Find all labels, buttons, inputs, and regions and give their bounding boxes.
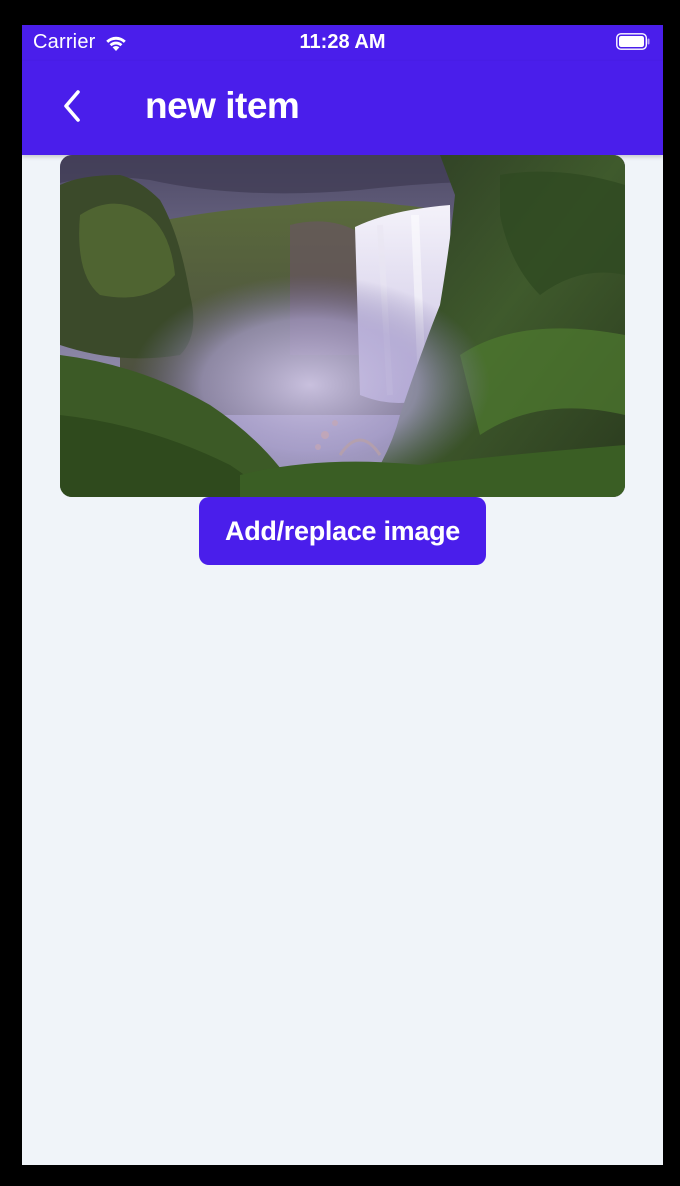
navigation-bar: new item (22, 61, 663, 155)
page-title: new item (145, 85, 300, 126)
back-button[interactable] (50, 81, 94, 135)
add-replace-image-button[interactable]: Add/replace image (199, 497, 486, 565)
app-screen: Carrier 11:28 AM new item Add/replace im… (22, 25, 663, 1165)
status-time: 11:28 AM (299, 31, 386, 53)
waterfall-photo (60, 155, 625, 497)
item-image (60, 155, 625, 497)
chevron-left-icon (61, 89, 83, 128)
battery-icon (616, 33, 650, 50)
status-bar: Carrier 11:28 AM (22, 25, 663, 61)
